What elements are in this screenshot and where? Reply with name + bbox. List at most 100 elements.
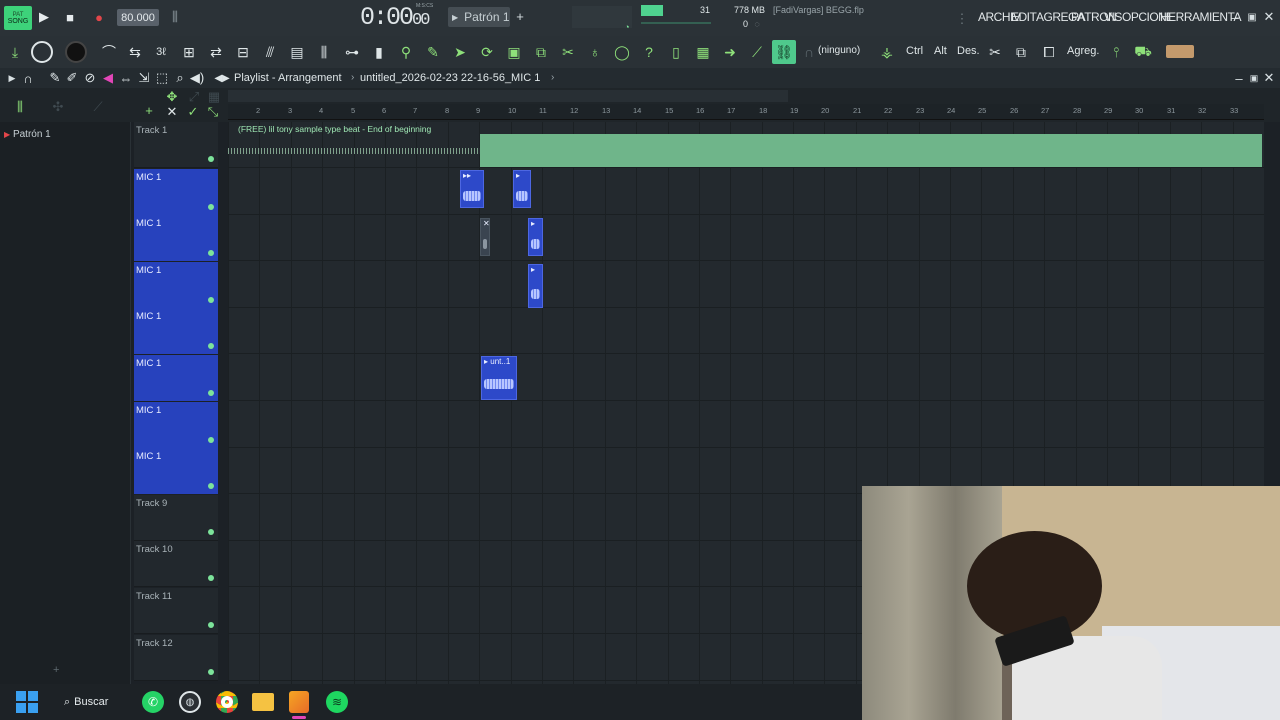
track-enable-led[interactable] [208,528,214,535]
track-header[interactable]: Track 11 [134,588,218,634]
loop-record-icon[interactable]: ⇄ [205,42,227,62]
track-enable-led[interactable] [208,668,214,675]
chat-icon[interactable]: ◯ [611,42,633,62]
slice-tool-icon[interactable]: ⇲ [137,70,151,85]
track-header[interactable]: Track 9 [134,494,218,541]
audio-clip[interactable]: ▸▸ [460,170,484,208]
piano-icon[interactable]: ⫼ [12,99,28,114]
maximize-icon[interactable]: ▣ [1246,10,1258,24]
arrow-right-icon[interactable]: ➜ [719,42,741,62]
taskbar-search[interactable]: ⌕ Buscar [64,692,124,712]
step-seq-icon[interactable]: ⇆ [124,42,146,62]
resize-icon[interactable]: ⤢ [186,89,202,104]
fl-studio-icon[interactable] [289,691,309,713]
copy-icon[interactable]: ⧉ [1010,42,1032,62]
master-volume-knob[interactable] [31,41,53,63]
playlist-maximize-icon[interactable]: ▣ [1248,71,1260,85]
typing-keyboard-icon[interactable]: ⌒ [98,42,120,62]
track-enable-led[interactable] [208,390,214,396]
magnet-snap-icon[interactable]: ∩ [21,71,35,86]
refresh-icon[interactable]: ⟳ [476,42,498,62]
undo-label[interactable]: Des. [957,45,980,57]
track-header[interactable]: Track 12 [134,634,218,681]
track-lane[interactable] [228,402,1264,448]
playback-tool-icon[interactable]: ◀) [190,70,204,85]
ctrl-key[interactable]: Ctrl [906,45,923,57]
pencil-tool-icon[interactable]: ✎ [422,42,444,62]
browser-icon[interactable]: ⊶ [341,42,363,62]
render-icon[interactable]: ⧉ [530,42,552,62]
menu-edit[interactable]: EDIT [1011,10,1037,24]
play-icon[interactable]: ▶ [36,9,52,25]
audio-clip[interactable]: ▸ [513,170,531,208]
cut-tool-icon[interactable]: ✂ [557,42,579,62]
pattern-selector[interactable]: ▶ Patrón 1 [448,7,510,27]
stamp-icon[interactable]: ⚶ [876,42,898,62]
track-lane[interactable] [228,308,1264,355]
paint-brush-icon[interactable]: ✐ [65,70,79,85]
beat-clip[interactable]: (FREE) lil tony sample type beat - End o… [228,122,1262,167]
audio-clip[interactable]: ✕ [480,218,490,256]
audio-clip[interactable]: ▸ [528,264,543,308]
stop-icon[interactable]: ■ [62,9,78,25]
magnet-icon[interactable]: ∩ [798,42,820,62]
power-icon[interactable]: ◔ [622,22,632,32]
song-mode-toggle[interactable]: PAT SONG [4,6,32,30]
save-icon[interactable]: ▣ [503,42,525,62]
file-explorer-icon[interactable] [252,693,274,711]
move-icon[interactable]: ✥ [164,89,180,104]
audio-clip-unt[interactable]: ▸ unt..1 [481,356,517,400]
zoom-tool-icon[interactable]: ⌕ [173,70,187,85]
track-lane[interactable] [228,355,1264,401]
track-header[interactable]: MIC 1 [134,261,218,308]
track-lane[interactable] [228,262,1264,308]
snap-icon[interactable]: ⫻ [259,42,281,62]
track-header[interactable]: Track 1 [134,122,218,168]
keyboard-icon[interactable]: ▦ [692,42,714,62]
paint-tool-icon[interactable]: ➤ [449,42,471,62]
add-pattern-icon[interactable]: + [514,9,526,24]
master-pitch-knob[interactable] [65,41,87,63]
select-tool-icon[interactable]: ⬚ [155,70,169,85]
mixer-icon[interactable]: ⫼ [313,42,335,62]
arrow-icon[interactable]: ▶ [6,71,18,85]
track-enable-led[interactable] [208,343,214,350]
tempo-tap-icon[interactable]: 3ℓ [150,42,172,62]
brush-icon[interactable]: ⟋ [746,42,768,62]
piano-roll-icon[interactable]: ▮ [368,42,390,62]
track-enable-led[interactable] [208,250,214,257]
track-enable-led[interactable] [208,296,214,303]
metronome-icon[interactable]: ⫼ [168,9,182,25]
track-enable-led[interactable] [208,203,214,210]
track-header[interactable]: MIC 1 [134,308,218,355]
alt-key[interactable]: Alt [934,45,947,57]
track-enable-led[interactable] [208,575,214,582]
download-icon[interactable]: ⤓ [4,42,26,62]
link-toggle[interactable]: ⛓ [772,40,796,64]
track-enable-led[interactable] [208,622,214,628]
playlist-close-icon[interactable]: ✕ [1263,70,1275,85]
spotify-icon[interactable]: ≋ [326,691,348,713]
blend-notes-icon[interactable]: ⊞ [178,42,200,62]
track-enable-led[interactable] [208,156,214,162]
remove-track-icon[interactable]: ✕ [166,104,178,119]
arrangement-arrow-icon[interactable]: ◀▶ [214,71,229,85]
add-track-icon[interactable]: + [143,103,155,118]
mute-tool-icon[interactable]: ◀ [101,70,115,85]
recording-icon[interactable]: ⊟ [232,42,254,62]
delete-tool-icon[interactable]: ⊘ [83,70,97,85]
track-header[interactable]: MIC 1 [134,355,218,401]
windows-start-icon[interactable] [16,691,38,713]
track-header[interactable]: MIC 1 [134,168,218,215]
paste-icon[interactable]: ⧠ [1038,42,1060,62]
draw-tool-icon[interactable]: ✎ [48,70,62,85]
help-icon[interactable]: ? [638,42,660,62]
ruler[interactable]: 2 3 4 5 6 7 8 9 10 11 12 13 14 15 16 17 18 19 20 21 22 23 24 25… [228,104,1264,120]
audio-clip[interactable]: ▸ [528,218,543,256]
track-header[interactable]: MIC 1 [134,215,218,262]
sidebar-add-icon[interactable]: + [53,664,59,676]
chrome-icon[interactable] [216,691,238,713]
whatsapp-icon[interactable]: ✆ [142,691,164,713]
collapse-icon[interactable]: ⤡ [207,104,219,119]
piano-small-icon[interactable]: ▦ [206,89,222,104]
